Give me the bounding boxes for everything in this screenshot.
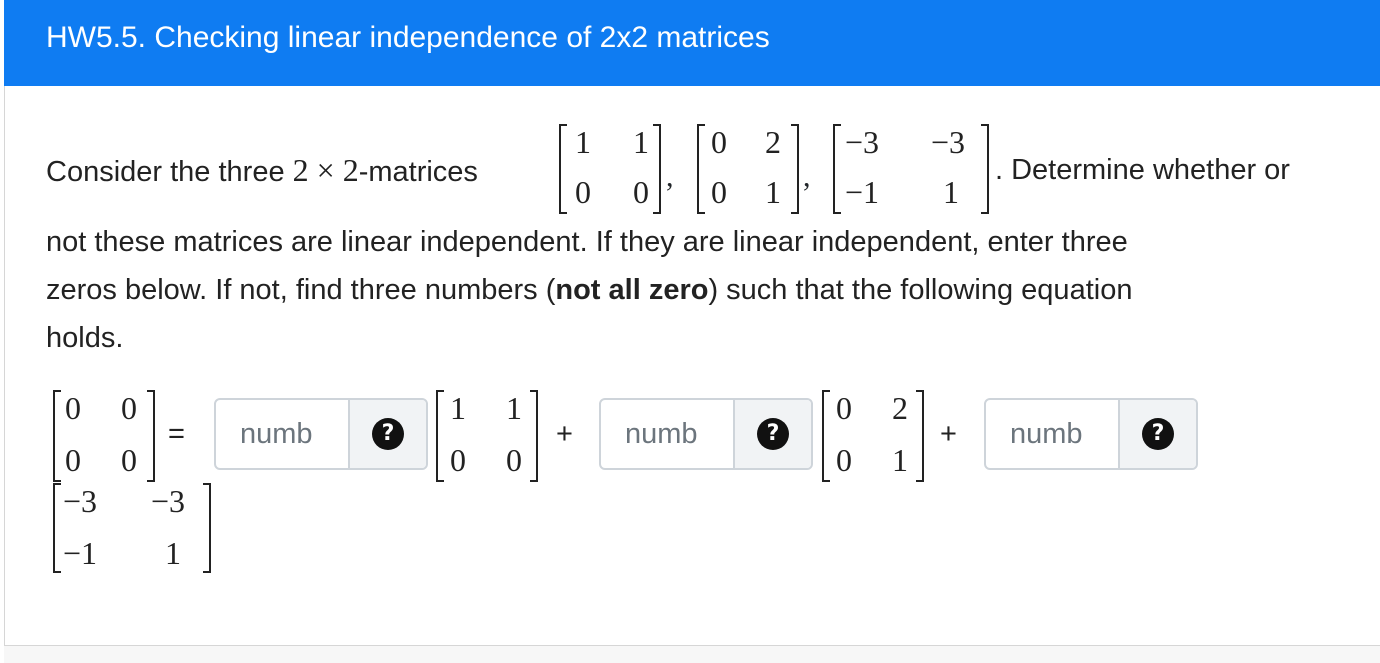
comma: , [803, 160, 811, 193]
matrix-cell: 0 [121, 390, 137, 426]
matrix-bracket-right [530, 390, 538, 482]
line3-text-b: ) such that the following equation [708, 274, 1133, 306]
matrix-bracket-right [916, 390, 924, 482]
matrix-cell: 1 [765, 174, 781, 210]
matrix-bracket-right [203, 483, 211, 573]
matrix-cell: 0 [65, 390, 81, 426]
question-line-2: not these matrices are linear independen… [46, 226, 1128, 258]
matrix-cell: 1 [892, 442, 908, 478]
matrix-b-equation: 0 2 0 1 [822, 390, 924, 482]
matrix-bracket-left [436, 390, 444, 482]
question-circle-icon[interactable]: ? [372, 418, 404, 450]
matrix-cell: 1 [165, 535, 181, 571]
coefficient-1-help-addon[interactable]: ? [348, 400, 426, 468]
matrix-bracket-left [559, 124, 567, 214]
matrix-cell: 1 [575, 124, 591, 160]
line3-text-a: zeros below. If not, find three numbers … [46, 274, 556, 306]
matrix-cell: 0 [450, 442, 466, 478]
coefficient-2-help-addon[interactable]: ? [733, 400, 811, 468]
matrix-bracket-right [791, 124, 799, 214]
question-intro: Consider the three 2 × 2-matrices [46, 146, 478, 196]
question-line-4: holds. [46, 322, 124, 354]
matrix-bracket-left [697, 124, 705, 214]
emphasis-not-all-zero: not all zero [555, 274, 709, 306]
size-expression: 2 × 2 [292, 152, 359, 188]
matrix-cell: 0 [506, 442, 522, 478]
matrix-cell: 1 [633, 124, 649, 160]
matrix-bracket-left [822, 390, 830, 482]
question-title: HW5.5. Checking linear independence of 2… [46, 21, 770, 54]
matrix-cell: 1 [506, 390, 522, 426]
matrix-cell: 0 [836, 390, 852, 426]
intro-text: Consider the three [46, 156, 285, 188]
intro-suffix: -matrices [358, 156, 478, 188]
coefficient-3-input[interactable] [986, 400, 1118, 468]
matrix-cell: 0 [633, 174, 649, 210]
matrix-cell: −3 [845, 124, 880, 160]
coefficient-1-field: ? [214, 398, 428, 470]
coefficient-2-input[interactable] [601, 400, 733, 468]
coefficient-2-field: ? [599, 398, 813, 470]
coefficient-3-field: ? [984, 398, 1198, 470]
matrix-cell: 2 [892, 390, 908, 426]
matrix-cell: 0 [836, 442, 852, 478]
card-footer [4, 646, 1380, 663]
question-line-3: zeros below. If not, find three numbers … [46, 266, 1132, 314]
equals-sign: = [168, 418, 185, 450]
matrix-cell: −3 [63, 483, 98, 519]
matrix-cell: 0 [711, 174, 727, 210]
comma: , [666, 160, 674, 193]
matrix-cell: 1 [943, 174, 959, 210]
matrix-zero: 0 0 0 0 [53, 390, 155, 482]
matrix-b: 0 2 0 1 [697, 124, 799, 214]
matrix-cell: −1 [845, 174, 880, 210]
coefficient-1-input[interactable] [216, 400, 348, 468]
matrix-bracket-right [981, 124, 989, 214]
coefficient-3-help-addon[interactable]: ? [1118, 400, 1196, 468]
matrix-a: 1 1 0 0 [559, 124, 661, 214]
matrix-bracket-left [53, 390, 61, 482]
matrix-cell: 0 [711, 124, 727, 160]
matrix-bracket-left [833, 124, 841, 214]
question-circle-icon[interactable]: ? [1142, 418, 1174, 450]
matrix-cell: 0 [121, 442, 137, 478]
matrix-a-equation: 1 1 0 0 [436, 390, 538, 482]
matrix-bracket-right [147, 390, 155, 482]
question-circle-icon[interactable]: ? [757, 418, 789, 450]
matrix-bracket-left [53, 483, 61, 573]
matrix-cell: 2 [765, 124, 781, 160]
matrix-cell: 0 [65, 442, 81, 478]
matrix-cell: −1 [63, 535, 98, 571]
matrix-cell: −3 [151, 483, 186, 519]
matrix-cell: 0 [575, 174, 591, 210]
matrix-cell: 1 [450, 390, 466, 426]
question-header: HW5.5. Checking linear independence of 2… [4, 0, 1380, 86]
question-after-matrices: . Determine whether or [995, 154, 1290, 186]
plus-sign: + [556, 418, 573, 450]
matrix-c-equation: −3 −3 −1 1 [53, 483, 211, 573]
matrix-cell: −3 [931, 124, 966, 160]
plus-sign: + [940, 418, 957, 450]
matrix-c: −3 −3 −1 1 [833, 124, 989, 214]
matrix-bracket-right [653, 124, 661, 214]
